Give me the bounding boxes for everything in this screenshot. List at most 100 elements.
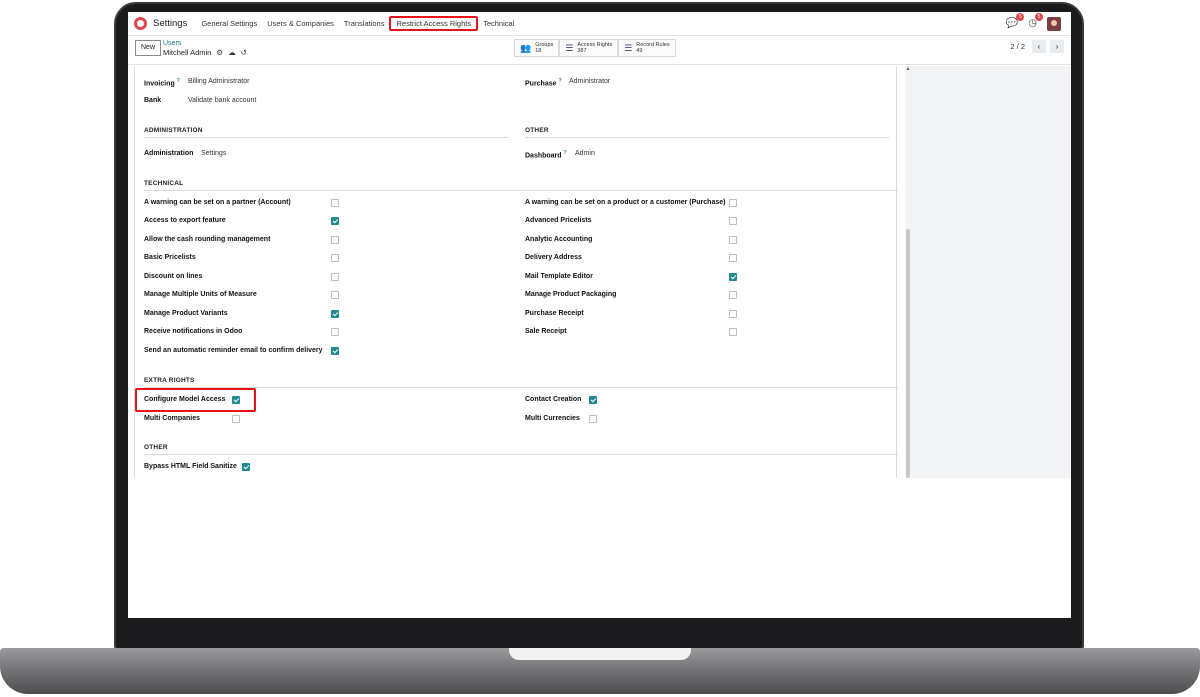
tech-right-2-checkbox[interactable] bbox=[729, 236, 737, 244]
access-rights-smart-button[interactable]: ☰ Access Rights 387 bbox=[559, 39, 619, 57]
record-rules-count: 49 bbox=[636, 48, 643, 54]
pager: 2 / 2 ‹ › bbox=[1010, 40, 1064, 53]
smart-buttons: 👥 Groups 18 ☰ Access Rights 387 ☰ Record R… bbox=[514, 39, 676, 57]
scroll-up-icon[interactable]: ▲ bbox=[905, 66, 911, 72]
dashboard-field[interactable]: Admin bbox=[575, 150, 595, 157]
chatter-area bbox=[911, 66, 1071, 478]
breadcrumb-current: Mitchell Admin ⚙ ☁ ↺ bbox=[163, 48, 247, 57]
tech-right-7-checkbox[interactable] bbox=[729, 328, 737, 336]
discard-undo-icon[interactable]: ↺ bbox=[241, 48, 247, 57]
other-bottom-divider bbox=[144, 454, 898, 455]
tech-left-8-checkbox[interactable] bbox=[331, 347, 339, 355]
pager-value[interactable]: 2 / 2 bbox=[1010, 42, 1025, 51]
other-divider bbox=[525, 137, 889, 138]
multi-companies-checkbox[interactable] bbox=[232, 415, 240, 423]
tech-left-8-label: Send an automatic reminder email to conf… bbox=[144, 347, 323, 354]
scroll-thumb[interactable] bbox=[906, 229, 910, 478]
technical-divider bbox=[144, 190, 898, 191]
tech-left-2-checkbox[interactable] bbox=[331, 236, 339, 244]
app-logo-icon[interactable] bbox=[134, 17, 147, 30]
tech-left-0-checkbox[interactable] bbox=[331, 199, 339, 207]
contact-creation-label: Contact Creation bbox=[525, 396, 582, 403]
tech-left-3-label: Basic Pricelists bbox=[144, 254, 196, 261]
tech-right-1-checkbox[interactable] bbox=[729, 217, 737, 225]
form-sheet: Invoicing ? Billing Administrator Bank V… bbox=[134, 66, 898, 478]
activity-clock-icon[interactable]: ◷ 5 bbox=[1028, 13, 1043, 29]
purchase-label: Purchase ? bbox=[525, 78, 562, 88]
bypass-html-sanitize-checkbox[interactable] bbox=[242, 463, 250, 471]
tech-right-3-checkbox[interactable] bbox=[729, 254, 737, 262]
control-panel: New Users Mitchell Admin ⚙ ☁ ↺ 👥 Groups 1… bbox=[128, 37, 1071, 65]
tech-right-3-label: Delivery Address bbox=[525, 254, 582, 261]
purchase-field[interactable]: Administrator bbox=[569, 78, 610, 85]
tech-right-4-label: Mail Template Editor bbox=[525, 273, 593, 280]
systray: 💬 5 ◷ 5 bbox=[1006, 13, 1061, 31]
invoicing-field[interactable]: Billing Administrator bbox=[188, 78, 249, 85]
multi-currencies-checkbox[interactable] bbox=[589, 415, 597, 423]
laptop-notch bbox=[509, 648, 691, 660]
gear-icon[interactable]: ⚙ bbox=[216, 48, 223, 57]
tech-left-1-label: Access to export feature bbox=[144, 217, 226, 224]
dashboard-label: Dashboard ? bbox=[525, 150, 567, 160]
tech-right-4-checkbox[interactable] bbox=[729, 273, 737, 281]
menu-restrict-access-rights[interactable]: Restrict Access Rights bbox=[389, 16, 479, 31]
other-section-title: OTHER bbox=[525, 127, 549, 134]
administration-divider bbox=[144, 137, 508, 138]
tech-right-7-label: Sale Receipt bbox=[525, 328, 567, 335]
access-rights-count: 387 bbox=[577, 48, 587, 54]
tech-right-1-label: Advanced Pricelists bbox=[525, 217, 592, 224]
scrollbar[interactable]: ▲ bbox=[905, 66, 911, 478]
tech-left-7-checkbox[interactable] bbox=[331, 328, 339, 336]
record-rules-smart-button[interactable]: ☰ Record Rules 49 bbox=[618, 39, 676, 57]
tech-left-4-checkbox[interactable] bbox=[331, 273, 339, 281]
dashboard-help-icon[interactable]: ? bbox=[564, 150, 567, 156]
tech-right-0-checkbox[interactable] bbox=[729, 199, 737, 207]
new-button[interactable]: New bbox=[135, 40, 162, 56]
screen: Settings General Settings Users & Compan… bbox=[128, 12, 1071, 618]
tech-left-1-checkbox[interactable] bbox=[331, 217, 339, 225]
tech-right-5-checkbox[interactable] bbox=[729, 291, 737, 299]
invoicing-help-icon[interactable]: ? bbox=[177, 78, 180, 84]
menu-technical[interactable]: Technical bbox=[478, 17, 519, 30]
tech-right-5-label: Manage Product Packaging bbox=[525, 291, 617, 298]
tech-left-5-label: Manage Multiple Units of Measure bbox=[144, 291, 257, 298]
administration-label: Administration bbox=[144, 150, 194, 157]
purchase-help-icon[interactable]: ? bbox=[558, 78, 561, 84]
tech-right-0-label: A warning can be set on a product or a c… bbox=[525, 199, 726, 206]
menu-users-companies[interactable]: Users & Companies bbox=[262, 17, 339, 30]
messages-badge: 5 bbox=[1016, 13, 1025, 21]
bank-field[interactable]: Validate bank account bbox=[188, 97, 256, 104]
administration-field[interactable]: Settings bbox=[201, 150, 226, 157]
administration-section-title: ADMINISTRATION bbox=[144, 127, 203, 134]
list-icon: ☰ bbox=[624, 42, 633, 53]
contact-creation-checkbox[interactable] bbox=[589, 396, 597, 404]
messages-icon[interactable]: 💬 5 bbox=[1006, 13, 1025, 29]
tech-left-5-checkbox[interactable] bbox=[331, 291, 339, 299]
app-title[interactable]: Settings bbox=[153, 18, 187, 29]
tech-right-6-label: Purchase Receipt bbox=[525, 310, 584, 317]
pager-previous-icon[interactable]: ‹ bbox=[1032, 40, 1046, 53]
groups-count: 18 bbox=[535, 48, 542, 54]
technical-section-title: TECHNICAL bbox=[144, 180, 184, 187]
top-navbar: Settings General Settings Users & Compan… bbox=[128, 12, 1071, 36]
menu-translations[interactable]: Translations bbox=[339, 17, 390, 30]
cloud-save-icon[interactable]: ☁ bbox=[228, 48, 236, 57]
user-avatar[interactable] bbox=[1047, 16, 1061, 31]
bypass-html-sanitize-label: Bypass HTML Field Sanitize bbox=[144, 463, 237, 470]
activity-badge: 5 bbox=[1035, 13, 1043, 21]
extra-rights-section-title: EXTRA RIGHTS bbox=[144, 377, 195, 384]
tech-right-2-label: Analytic Accounting bbox=[525, 236, 593, 243]
groups-smart-button[interactable]: 👥 Groups 18 bbox=[514, 39, 560, 57]
tech-left-0-label: A warning can be set on a partner (Accou… bbox=[144, 199, 291, 206]
menu-general-settings[interactable]: General Settings bbox=[196, 17, 262, 30]
pager-next-icon[interactable]: › bbox=[1050, 40, 1064, 53]
tech-right-6-checkbox[interactable] bbox=[729, 310, 737, 318]
tech-left-7-label: Receive notifications in Odoo bbox=[144, 328, 243, 335]
extra-rights-divider bbox=[144, 387, 898, 388]
users-icon: 👥 bbox=[520, 42, 532, 53]
multi-companies-label: Multi Companies bbox=[144, 415, 201, 422]
tech-left-3-checkbox[interactable] bbox=[331, 254, 339, 262]
tech-left-6-checkbox[interactable] bbox=[331, 310, 339, 318]
breadcrumb-users[interactable]: Users bbox=[163, 40, 181, 47]
tech-left-6-label: Manage Product Variants bbox=[144, 310, 228, 317]
